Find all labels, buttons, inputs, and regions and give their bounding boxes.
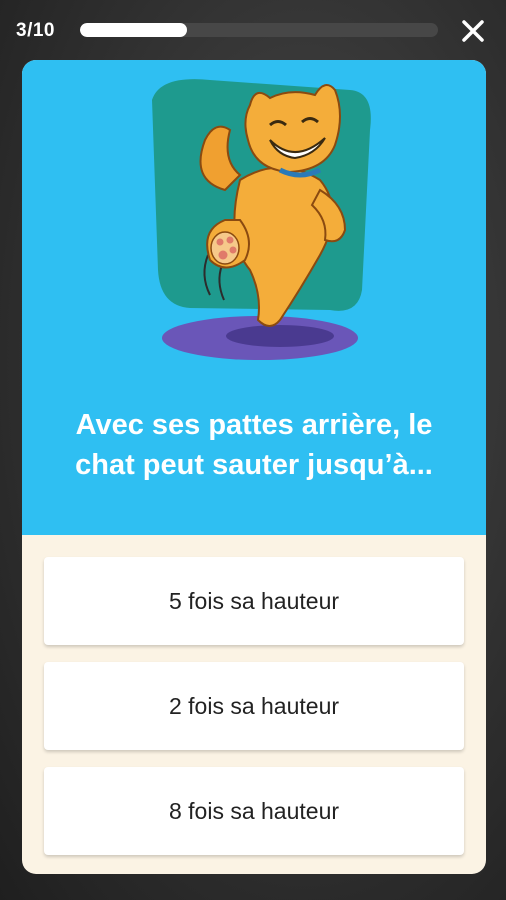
top-bar: 3/10 bbox=[0, 0, 506, 62]
question-panel: Avec ses pattes arrière, le chat peut sa… bbox=[22, 60, 486, 535]
progress-bar-fill bbox=[80, 23, 188, 37]
question-card: Avec ses pattes arrière, le chat peut sa… bbox=[22, 60, 486, 874]
answer-option[interactable]: 2 fois sa hauteur bbox=[44, 662, 464, 750]
question-text: Avec ses pattes arrière, le chat peut sa… bbox=[75, 409, 433, 481]
answer-option[interactable]: 8 fois sa hauteur bbox=[44, 767, 464, 855]
close-icon bbox=[462, 20, 484, 42]
answer-list: 5 fois sa hauteur 2 fois sa hauteur 8 fo… bbox=[44, 557, 464, 872]
jumping-cat-illustration bbox=[152, 79, 371, 360]
answer-option[interactable]: 5 fois sa hauteur bbox=[44, 557, 464, 645]
progress-bar bbox=[80, 23, 438, 37]
progress-counter: 3/10 bbox=[16, 20, 55, 41]
close-button[interactable] bbox=[458, 16, 488, 46]
